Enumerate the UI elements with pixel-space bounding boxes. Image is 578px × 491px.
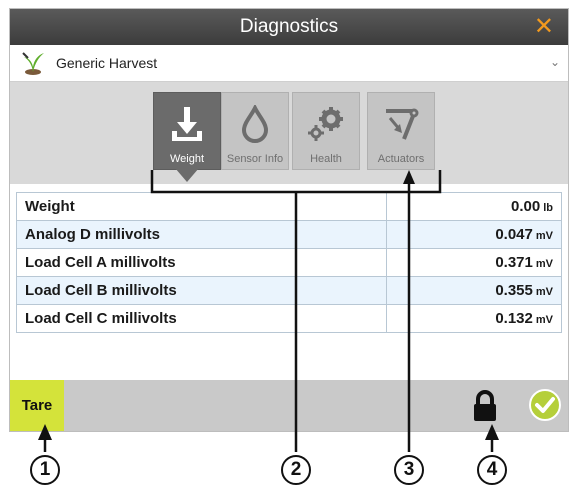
tab-health[interactable]: Health <box>292 92 360 170</box>
chevron-down-icon: ⌄ <box>549 55 560 69</box>
window-title: Diagnostics <box>239 16 339 37</box>
actuator-icon <box>368 101 434 147</box>
row-value-cell: 0.047 mV <box>386 220 562 249</box>
tab-actuators[interactable]: Actuators <box>367 92 435 170</box>
row-name: Load Cell A millivolts <box>16 248 387 277</box>
title-bar: Diagnostics ✕ <box>10 9 568 45</box>
active-tab-pointer <box>175 168 199 182</box>
row-unit: mV <box>535 258 553 270</box>
checkmark-icon[interactable] <box>528 388 562 422</box>
table-row: Weight 0.00 lb <box>16 192 562 221</box>
table-row: Load Cell A millivolts 0.371 mV <box>16 248 562 277</box>
tab-label: Health <box>310 153 342 165</box>
row-unit: mV <box>535 286 553 298</box>
row-value: 0.371 <box>495 254 533 271</box>
lock-icon[interactable] <box>471 389 499 423</box>
table-row: Load Cell B millivolts 0.355 mV <box>16 276 562 305</box>
callout-1: 1 <box>30 455 60 485</box>
table-row: Load Cell C millivolts 0.132 mV <box>16 304 562 333</box>
diagnostics-window: Diagnostics ✕ Generic Harvest ⌄ Weight S… <box>10 9 568 431</box>
row-name: Analog D millivolts <box>16 220 387 249</box>
row-value-cell: 0.371 mV <box>386 248 562 277</box>
row-unit: mV <box>535 314 553 326</box>
profile-dropdown[interactable]: Generic Harvest ⌄ <box>10 45 568 82</box>
row-value: 0.047 <box>495 226 533 243</box>
callout-4: 4 <box>477 455 507 485</box>
row-value-cell: 0.00 lb <box>386 192 562 221</box>
tab-sensor-info[interactable]: Sensor Info <box>221 92 289 170</box>
row-unit: mV <box>535 230 553 242</box>
row-name: Load Cell C millivolts <box>16 304 387 333</box>
row-name: Load Cell B millivolts <box>16 276 387 305</box>
harvest-icon <box>22 52 44 75</box>
row-value: 0.355 <box>495 282 533 299</box>
tab-label: Sensor Info <box>226 153 284 165</box>
tab-weight[interactable]: Weight <box>153 92 221 170</box>
callout-2: 2 <box>281 455 311 485</box>
row-unit: lb <box>543 202 553 214</box>
table-row: Analog D millivolts 0.047 mV <box>16 220 562 249</box>
row-value-cell: 0.132 mV <box>386 304 562 333</box>
close-icon[interactable]: ✕ <box>534 12 554 41</box>
row-name: Weight <box>16 192 387 221</box>
row-value-cell: 0.355 mV <box>386 276 562 305</box>
tare-button[interactable]: Tare <box>10 380 64 431</box>
tab-label: Actuators <box>377 153 425 165</box>
droplet-icon <box>222 101 288 147</box>
diagnostics-table: Weight 0.00 lb Analog D millivolts 0.047 m… <box>16 192 562 333</box>
profile-label: Generic Harvest <box>56 55 158 71</box>
tab-label: Weight <box>169 153 205 165</box>
bottom-bar: Tare <box>10 380 568 431</box>
callout-3: 3 <box>394 455 424 485</box>
tab-bar: Weight Sensor Info Health Actuators <box>10 82 568 184</box>
download-tray-icon <box>154 101 220 147</box>
row-value: 0.132 <box>495 310 533 327</box>
gears-icon <box>293 101 359 147</box>
row-value: 0.00 <box>511 198 541 215</box>
